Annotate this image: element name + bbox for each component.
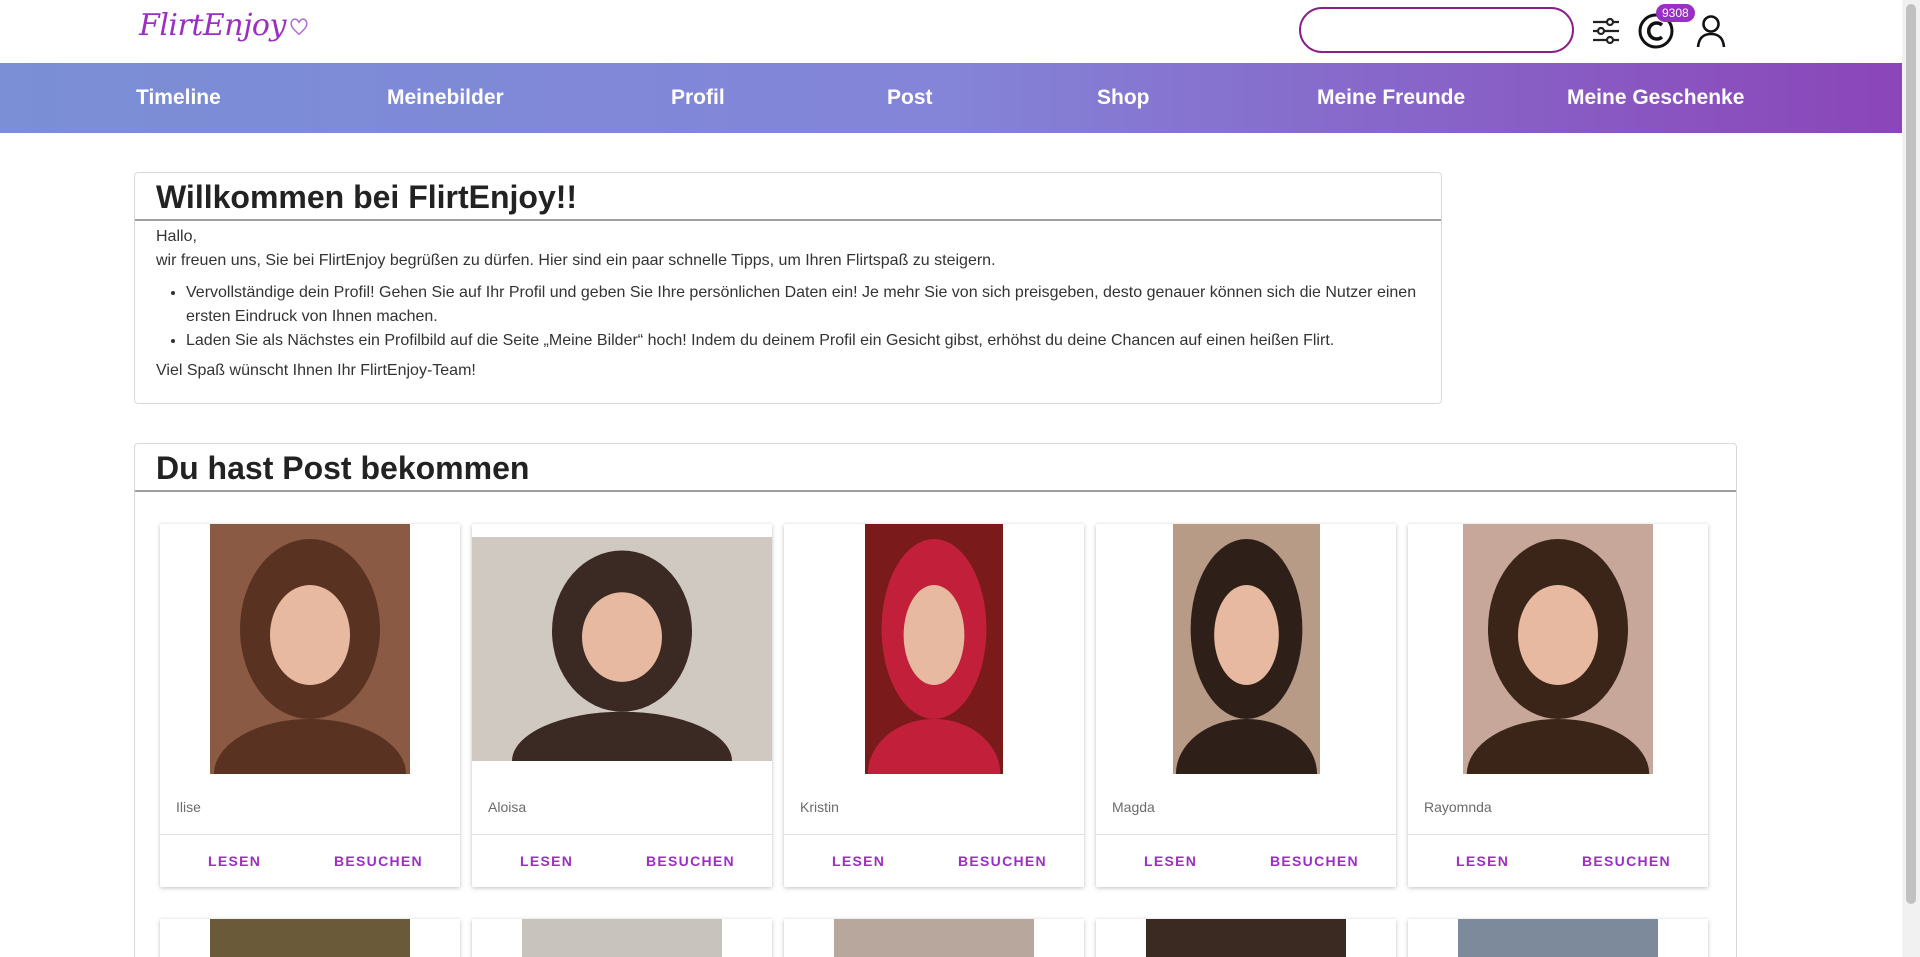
message-card (784, 919, 1084, 957)
nav-item-meine-geschenke[interactable]: Meine Geschenke (1567, 63, 1744, 133)
card-name: Ilise (176, 799, 201, 815)
profile-photo[interactable] (522, 919, 722, 957)
message-card: Kristin LESEN BESUCHEN (784, 524, 1084, 887)
card-name: Magda (1112, 799, 1155, 815)
card-actions: LESEN BESUCHEN (1408, 834, 1708, 887)
page: FlirtEnjoy 9308 Timeline Meinebilder Pro… (0, 0, 1920, 957)
logo[interactable]: FlirtEnjoy (139, 8, 310, 43)
scrollbar-thumb[interactable] (1906, 4, 1916, 904)
profile-photo[interactable] (1146, 919, 1346, 957)
message-card: Ilise LESEN BESUCHEN (160, 524, 460, 887)
card-actions: LESEN BESUCHEN (472, 834, 772, 887)
top-bar: FlirtEnjoy 9308 (0, 0, 1902, 63)
read-button[interactable]: LESEN (1144, 835, 1197, 888)
visit-button[interactable]: BESUCHEN (1270, 835, 1359, 888)
welcome-closing: Viel Spaß wünscht Ihnen Ihr FlirtEnjoy-T… (156, 362, 476, 379)
welcome-intro: wir freuen uns, Sie bei FlirtEnjoy begrü… (156, 252, 996, 269)
message-card: Magda LESEN BESUCHEN (1096, 524, 1396, 887)
post-panel: Du hast Post bekommen Ilise LESEN BESUCHEN… (134, 443, 1737, 957)
message-card: Rayomnda LESEN BESUCHEN (1408, 524, 1708, 887)
welcome-body: Hallo, wir freuen uns, Sie bei FlirtEnjo… (135, 221, 1441, 383)
user-profile-icon[interactable] (1690, 10, 1732, 52)
read-button[interactable]: LESEN (1456, 835, 1509, 888)
nav-item-meine-freunde[interactable]: Meine Freunde (1317, 63, 1465, 133)
card-actions: LESEN BESUCHEN (784, 834, 1084, 887)
message-card (160, 919, 460, 957)
nav-item-post[interactable]: Post (887, 63, 933, 133)
visit-button[interactable]: BESUCHEN (958, 835, 1047, 888)
message-card (1096, 919, 1396, 957)
card-name: Aloisa (488, 799, 527, 815)
welcome-panel: Willkommen bei FlirtEnjoy!! Hallo, wir f… (134, 172, 1442, 404)
message-card (1408, 919, 1708, 957)
profile-photo[interactable] (472, 524, 772, 774)
visit-button[interactable]: BESUCHEN (334, 835, 423, 888)
heart-icon (290, 17, 308, 35)
coin-count-badge: 9308 (1656, 4, 1695, 22)
page-scrollbar[interactable] (1902, 0, 1920, 957)
search-input[interactable] (1299, 7, 1574, 53)
profile-photo[interactable] (160, 524, 460, 774)
profile-photo[interactable] (210, 919, 410, 957)
filter-sliders-icon[interactable] (1585, 10, 1627, 52)
main-navigation: Timeline Meinebilder Profil Post Shop Me… (0, 63, 1902, 133)
visit-button[interactable]: BESUCHEN (1582, 835, 1671, 888)
welcome-greeting: Hallo, (156, 228, 197, 245)
card-actions: LESEN BESUCHEN (1096, 834, 1396, 887)
card-actions: LESEN BESUCHEN (160, 834, 460, 887)
card-name: Kristin (800, 799, 839, 815)
read-button[interactable]: LESEN (520, 835, 573, 888)
message-card: Aloisa LESEN BESUCHEN (472, 524, 772, 887)
profile-photo[interactable] (1408, 524, 1708, 774)
read-button[interactable]: LESEN (208, 835, 261, 888)
logo-text: FlirtEnjoy (139, 8, 286, 43)
card-name: Rayomnda (1424, 799, 1492, 815)
read-button[interactable]: LESEN (832, 835, 885, 888)
profile-photo[interactable] (834, 919, 1034, 957)
message-card (472, 919, 772, 957)
profile-photo[interactable] (1458, 919, 1658, 957)
welcome-title: Willkommen bei FlirtEnjoy!! (135, 173, 1441, 221)
nav-item-shop[interactable]: Shop (1097, 63, 1150, 133)
tips-list: Vervollständige dein Profil! Gehen Sie a… (186, 281, 1420, 353)
nav-item-meinebilder[interactable]: Meinebilder (387, 63, 504, 133)
tip-item: Laden Sie als Nächstes ein Profilbild au… (186, 329, 1420, 353)
tip-item: Vervollständige dein Profil! Gehen Sie a… (186, 281, 1420, 329)
nav-item-profil[interactable]: Profil (671, 63, 725, 133)
nav-item-timeline[interactable]: Timeline (136, 63, 221, 133)
profile-photo[interactable] (784, 524, 1084, 774)
visit-button[interactable]: BESUCHEN (646, 835, 735, 888)
post-title: Du hast Post bekommen (135, 444, 1736, 492)
profile-photo[interactable] (1096, 524, 1396, 774)
